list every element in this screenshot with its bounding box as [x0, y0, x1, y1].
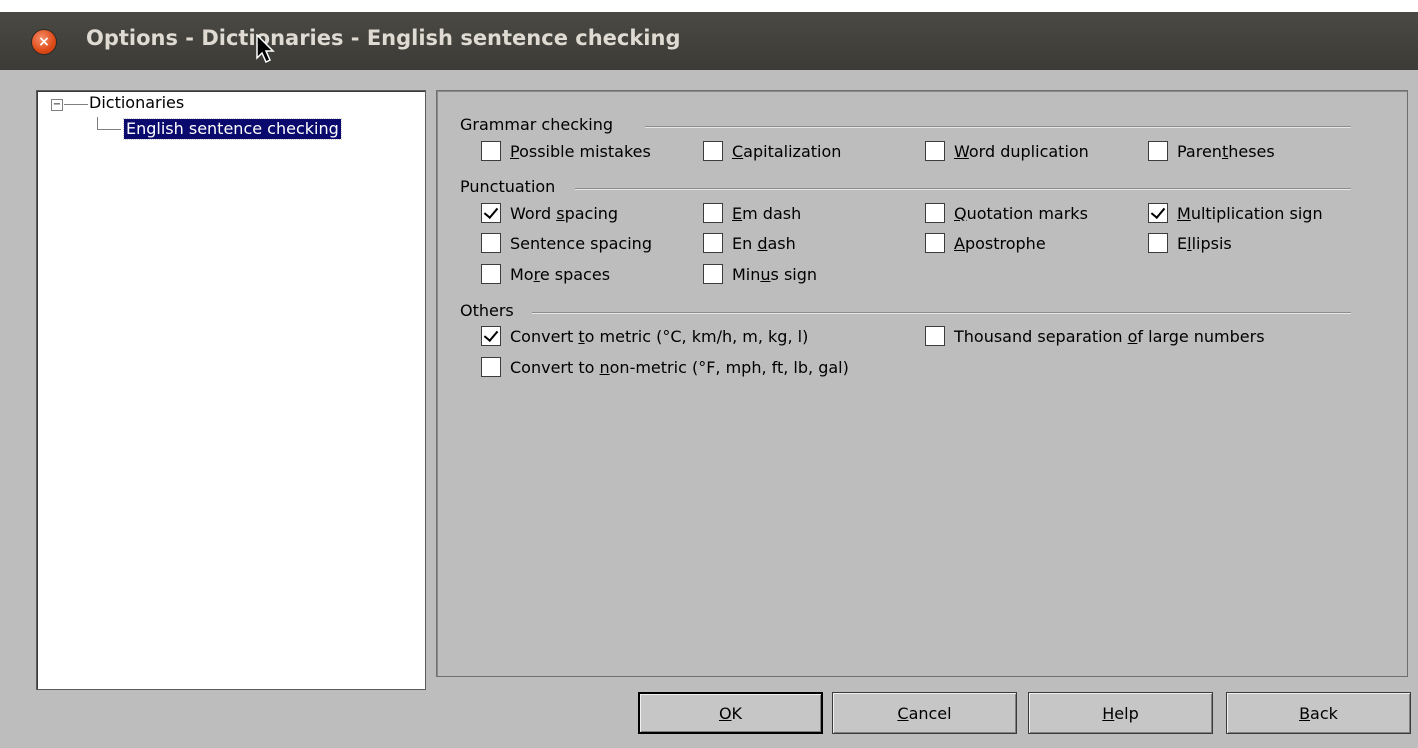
checkbox-possible-mistakes[interactable]: Possible mistakes	[481, 141, 651, 161]
checkbox-box[interactable]	[925, 141, 945, 161]
checkbox-em-dash[interactable]: Em dash	[703, 203, 801, 223]
checkbox-label: Possible mistakes	[510, 141, 651, 161]
checkbox-label: Quotation marks	[954, 203, 1088, 223]
checkbox-label: En dash	[732, 233, 796, 253]
checkbox-box[interactable]	[1148, 203, 1168, 223]
checkbox-parentheses[interactable]: Parentheses	[1148, 141, 1275, 161]
checkbox-label: Word spacing	[510, 203, 619, 223]
checkbox-capitalization[interactable]: Capitalization	[703, 141, 841, 161]
checkbox-box[interactable]	[481, 357, 501, 377]
checkbox-label: Apostrophe	[954, 233, 1046, 253]
checkbox-box[interactable]	[703, 264, 723, 284]
checkbox-apostrophe[interactable]: Apostrophe	[925, 233, 1046, 253]
group-title-others: Others	[460, 301, 514, 320]
checkbox-box[interactable]	[481, 264, 501, 284]
checkbox-label: Sentence spacing	[510, 233, 652, 253]
checkbox-word-duplication[interactable]: Word duplication	[925, 141, 1089, 161]
checkbox-box[interactable]	[925, 326, 945, 346]
collapse-toggle-icon[interactable]: −	[51, 99, 63, 111]
checkbox-box[interactable]	[925, 203, 945, 223]
checkbox-label: Em dash	[732, 203, 802, 223]
checkbox-label: Word duplication	[954, 141, 1089, 161]
tree-item-dictionaries[interactable]: Dictionaries	[89, 93, 184, 112]
group-divider	[645, 126, 1351, 128]
cancel-button[interactable]: Cancel	[832, 692, 1017, 734]
checkbox-label: Minus sign	[732, 264, 818, 284]
checkbox-ellipsis[interactable]: Ellipsis	[1148, 233, 1232, 253]
checkbox-label: Convert to metric (°C, km/h, m, kg, l)	[510, 326, 809, 346]
tree-item-english-sentence-checking[interactable]: English sentence checking	[123, 118, 342, 140]
dialog-body: − Dictionaries English sentence checking…	[0, 70, 1418, 748]
options-tree[interactable]: − Dictionaries English sentence checking	[36, 90, 426, 690]
checkbox-label: Convert to non-metric (°F, mph, ft, lb, …	[510, 357, 849, 377]
tree-connector	[97, 129, 121, 130]
back-button[interactable]: Back	[1226, 692, 1411, 734]
checkbox-convert-to-non-metric[interactable]: Convert to non-metric (°F, mph, ft, lb, …	[481, 357, 849, 377]
checkbox-word-spacing[interactable]: Word spacing	[481, 203, 618, 223]
close-icon[interactable]: ×	[32, 30, 56, 54]
checkbox-en-dash[interactable]: En dash	[703, 233, 796, 253]
checkbox-more-spaces[interactable]: More spaces	[481, 264, 610, 284]
tree-connector	[97, 117, 98, 129]
checkbox-box[interactable]	[481, 203, 501, 223]
options-dialog: × Options - Dictionaries - English sente…	[0, 12, 1418, 748]
checkbox-convert-to-metric[interactable]: Convert to metric (°C, km/h, m, kg, l)	[481, 326, 808, 346]
checkbox-label: Capitalization	[732, 141, 842, 161]
checkbox-box[interactable]	[703, 203, 723, 223]
checkbox-thousand-separation[interactable]: Thousand separation of large numbers	[925, 326, 1265, 346]
checkbox-box[interactable]	[703, 141, 723, 161]
checkbox-quotation-marks[interactable]: Quotation marks	[925, 203, 1088, 223]
window-title: Options - Dictionaries - English sentenc…	[86, 26, 681, 50]
tree-connector	[64, 104, 88, 105]
settings-panel: Grammar checking Possible mistakes Capit…	[436, 90, 1408, 677]
checkbox-sentence-spacing[interactable]: Sentence spacing	[481, 233, 652, 253]
checkbox-label: More spaces	[510, 264, 611, 284]
checkbox-label: Ellipsis	[1177, 233, 1232, 253]
checkbox-minus-sign[interactable]: Minus sign	[703, 264, 817, 284]
checkbox-box[interactable]	[1148, 141, 1168, 161]
checkbox-box[interactable]	[481, 326, 501, 346]
checkbox-box[interactable]	[1148, 233, 1168, 253]
checkbox-box[interactable]	[481, 233, 501, 253]
checkbox-box[interactable]	[481, 141, 501, 161]
checkbox-box[interactable]	[925, 233, 945, 253]
checkbox-label: Parentheses	[1177, 141, 1275, 161]
group-divider	[532, 312, 1351, 314]
group-title-punctuation: Punctuation	[460, 177, 556, 196]
checkbox-label: Multiplication sign	[1177, 203, 1323, 223]
checkbox-multiplication-sign[interactable]: Multiplication sign	[1148, 203, 1323, 223]
ok-button[interactable]: OK	[638, 692, 823, 734]
help-button[interactable]: Help	[1028, 692, 1213, 734]
checkbox-box[interactable]	[703, 233, 723, 253]
background-strip	[0, 0, 1418, 12]
group-title-grammar: Grammar checking	[460, 115, 614, 134]
checkbox-label: Thousand separation of large numbers	[954, 326, 1265, 346]
title-bar[interactable]: × Options - Dictionaries - English sente…	[0, 12, 1418, 70]
mouse-pointer-icon	[256, 34, 275, 64]
group-divider	[575, 188, 1351, 190]
